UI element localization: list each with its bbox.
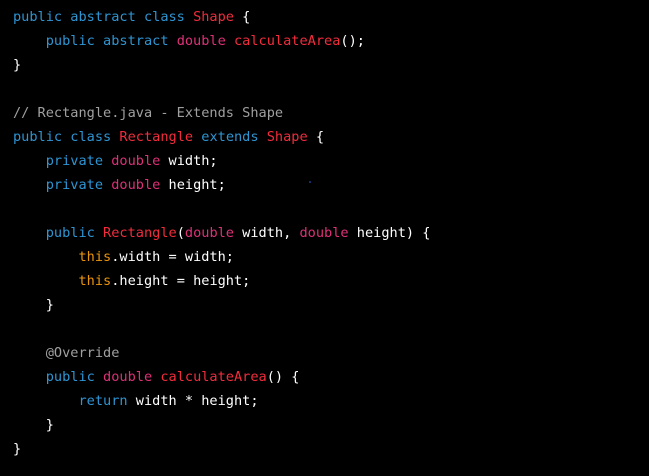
code-token-classname: Shape bbox=[193, 9, 234, 25]
code-line: public class Rectangle extends Shape { bbox=[13, 125, 649, 149]
code-token-type: double bbox=[111, 177, 161, 193]
code-block: public abstract class Shape { public abs… bbox=[0, 0, 649, 461]
code-line: } bbox=[13, 53, 649, 77]
code-token-keyword: public abstract bbox=[13, 33, 177, 49]
code-token-annotation: @Override bbox=[13, 345, 120, 361]
code-line: // Rectangle.java - Extends Shape bbox=[13, 101, 649, 125]
code-line: public Rectangle(double width, double he… bbox=[13, 221, 649, 245]
code-token-keyword: public bbox=[13, 369, 104, 385]
code-token-plain: } bbox=[13, 297, 54, 313]
code-line: } bbox=[13, 437, 649, 461]
code-token-keyword: public abstract class bbox=[13, 9, 194, 25]
code-token-keyword: public class bbox=[13, 129, 120, 145]
code-token-classname: calculateArea bbox=[233, 33, 341, 49]
code-token-plain: { bbox=[233, 9, 251, 25]
code-token-plain: height) { bbox=[348, 225, 431, 241]
code-line: private double height; bbox=[13, 173, 649, 197]
code-token-plain: width, bbox=[234, 225, 300, 241]
code-token-plain: () { bbox=[266, 369, 300, 385]
code-line: return width * height; bbox=[13, 389, 649, 413]
code-token-this: this bbox=[78, 249, 112, 265]
code-token-plain: } bbox=[13, 417, 54, 433]
stray-dot-artifact bbox=[309, 181, 311, 183]
code-token-plain: (); bbox=[340, 33, 365, 49]
code-line: } bbox=[13, 413, 649, 437]
code-token-classname: calculateArea bbox=[160, 369, 267, 385]
code-token-classname: Rectangle bbox=[119, 129, 194, 145]
code-token-plain: { bbox=[307, 129, 325, 145]
code-token-plain: height; bbox=[160, 177, 226, 193]
code-line: public double calculateArea() { bbox=[13, 365, 649, 389]
code-token-type: double bbox=[111, 153, 161, 169]
code-token-classname: Shape bbox=[266, 129, 308, 145]
code-token-comment: // Rectangle.java - Extends Shape bbox=[13, 105, 284, 121]
code-line: public abstract class Shape { bbox=[13, 5, 649, 29]
code-token-plain: width * height; bbox=[127, 393, 259, 409]
code-line: this.height = height; bbox=[13, 269, 649, 293]
code-token-plain: } bbox=[13, 441, 22, 457]
code-token-keyword: return bbox=[78, 393, 128, 409]
code-token-plain: .height = height; bbox=[111, 273, 251, 289]
code-token-plain: .width = width; bbox=[111, 249, 234, 265]
code-token-this: this bbox=[78, 273, 112, 289]
code-lines: public abstract class Shape { public abs… bbox=[13, 5, 649, 461]
code-line: private double width; bbox=[13, 149, 649, 173]
code-token-type: double bbox=[103, 369, 153, 385]
code-token-plain: width; bbox=[160, 153, 218, 169]
code-token-classname: Rectangle bbox=[103, 225, 177, 241]
code-token-keyword: private bbox=[13, 177, 112, 193]
code-line: } bbox=[13, 293, 649, 317]
code-token-type: double bbox=[184, 225, 234, 241]
code-line: public abstract double calculateArea(); bbox=[13, 29, 649, 53]
code-line: this.width = width; bbox=[13, 245, 649, 269]
code-line: @Override bbox=[13, 341, 649, 365]
code-token-type: double bbox=[299, 225, 349, 241]
code-token-keyword: extends bbox=[201, 129, 259, 145]
code-token-keyword: private bbox=[13, 153, 112, 169]
code-token-plain: } bbox=[13, 57, 22, 73]
code-token-plain: ( bbox=[176, 225, 185, 241]
code-token-type: double bbox=[176, 33, 226, 49]
code-token-keyword: public bbox=[13, 225, 104, 241]
